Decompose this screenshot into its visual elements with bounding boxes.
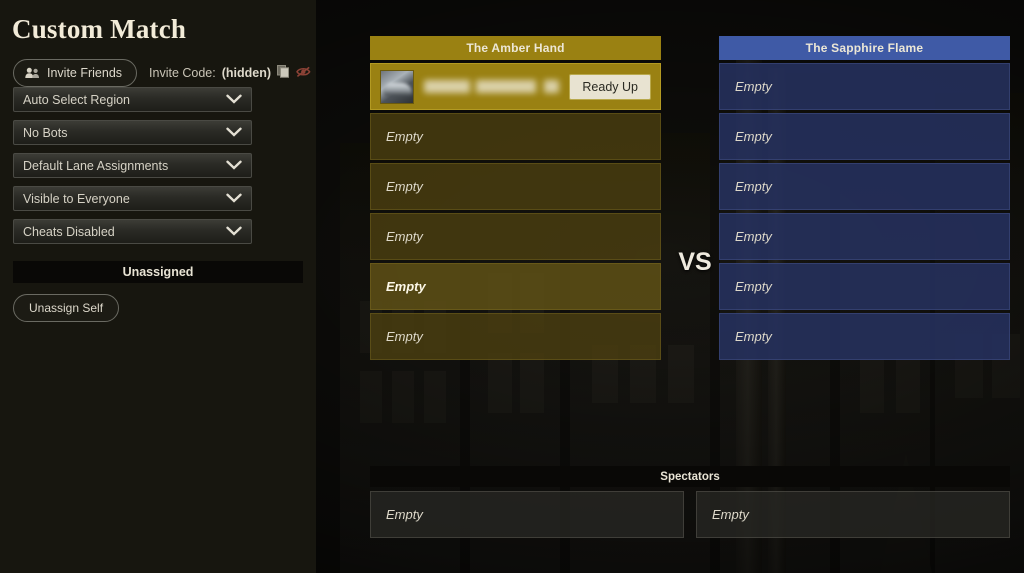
team-panel-sapphire: The Sapphire Flame Empty Empty Empty Emp… xyxy=(719,36,1010,360)
sidebar-panel: Custom Match Invite Friends Invite Code:… xyxy=(0,0,316,573)
dropdown-visibility-label: Visible to Everyone xyxy=(23,191,130,206)
dropdown-lane-assignments[interactable]: Default Lane Assignments xyxy=(13,153,252,178)
copy-icon[interactable] xyxy=(277,65,290,81)
invite-code-value: (hidden) xyxy=(221,66,272,80)
chevron-down-icon xyxy=(226,223,242,241)
team-slot-label: Empty xyxy=(386,129,423,144)
team-slot-empty[interactable]: Empty xyxy=(719,263,1010,310)
invite-row: Invite Friends Invite Code: (hidden) xyxy=(13,59,316,87)
dropdown-bots-label: No Bots xyxy=(23,125,68,140)
eye-hidden-icon[interactable] xyxy=(296,65,311,81)
friends-icon xyxy=(25,67,40,79)
spectator-slot-label: Empty xyxy=(712,507,749,522)
dropdown-visibility[interactable]: Visible to Everyone xyxy=(13,186,252,211)
team-slot-empty[interactable]: Empty xyxy=(370,213,661,260)
team-header-sapphire[interactable]: The Sapphire Flame xyxy=(719,36,1010,60)
team-slot-filled[interactable]: Ready Up xyxy=(370,63,661,110)
team-slot-empty[interactable]: Empty xyxy=(370,163,661,210)
team-slot-label: Empty xyxy=(735,279,772,294)
team-slot-label: Empty xyxy=(735,129,772,144)
invite-friends-button[interactable]: Invite Friends xyxy=(13,59,138,87)
team-panel-amber: The Amber Hand Ready Up Empty Empty Empt… xyxy=(370,36,661,360)
dropdown-cheats-label: Cheats Disabled xyxy=(23,224,115,239)
spectator-slot-list: Empty Empty xyxy=(370,491,1010,538)
team-slot-empty[interactable]: Empty xyxy=(719,213,1010,260)
team-slot-label: Empty xyxy=(386,179,423,194)
vs-label: VS xyxy=(678,248,712,276)
team-slot-label: Empty xyxy=(386,329,423,344)
invite-friends-label: Invite Friends xyxy=(47,66,123,80)
team-slot-label: Empty xyxy=(386,229,423,244)
spectators-panel: Spectators Empty Empty xyxy=(370,466,1010,538)
spectator-slot[interactable]: Empty xyxy=(696,491,1010,538)
dropdown-bots[interactable]: No Bots xyxy=(13,120,252,145)
team-slot-label: Empty xyxy=(735,329,772,344)
player-name-hidden xyxy=(424,80,559,93)
spectator-slot-label: Empty xyxy=(386,507,423,522)
team-slot-empty[interactable]: Empty xyxy=(370,113,661,160)
chevron-down-icon xyxy=(226,157,242,175)
chevron-down-icon xyxy=(226,91,242,109)
team-slot-empty[interactable]: Empty xyxy=(719,313,1010,360)
team-slot-empty-hovered[interactable]: Empty xyxy=(370,263,661,310)
team-header-amber[interactable]: The Amber Hand xyxy=(370,36,661,60)
team-slot-label: Empty xyxy=(735,179,772,194)
unassign-self-button[interactable]: Unassign Self xyxy=(13,294,120,322)
spectator-slot[interactable]: Empty xyxy=(370,491,684,538)
invite-code-group: Invite Code: (hidden) xyxy=(149,65,311,81)
invite-code-label: Invite Code: xyxy=(149,66,216,80)
unassigned-header: Unassigned xyxy=(13,261,303,283)
team-slot-empty[interactable]: Empty xyxy=(719,113,1010,160)
spectators-header: Spectators xyxy=(370,466,1010,487)
player-avatar xyxy=(380,69,414,104)
chevron-down-icon xyxy=(226,190,242,208)
dropdown-cheats[interactable]: Cheats Disabled xyxy=(13,219,252,244)
chevron-down-icon xyxy=(226,124,242,142)
team-slot-empty[interactable]: Empty xyxy=(370,313,661,360)
team-slot-empty[interactable]: Empty xyxy=(719,63,1010,110)
dropdown-lane-assignments-label: Default Lane Assignments xyxy=(23,158,169,173)
team-slot-label: Empty xyxy=(735,229,772,244)
ready-up-button[interactable]: Ready Up xyxy=(569,73,651,100)
page-title: Custom Match xyxy=(12,14,187,44)
team-slot-label: Empty xyxy=(735,79,772,94)
dropdown-region-label: Auto Select Region xyxy=(23,92,131,107)
team-slot-empty[interactable]: Empty xyxy=(719,163,1010,210)
dropdown-region[interactable]: Auto Select Region xyxy=(13,87,252,112)
team-slot-label: Empty xyxy=(386,279,426,294)
